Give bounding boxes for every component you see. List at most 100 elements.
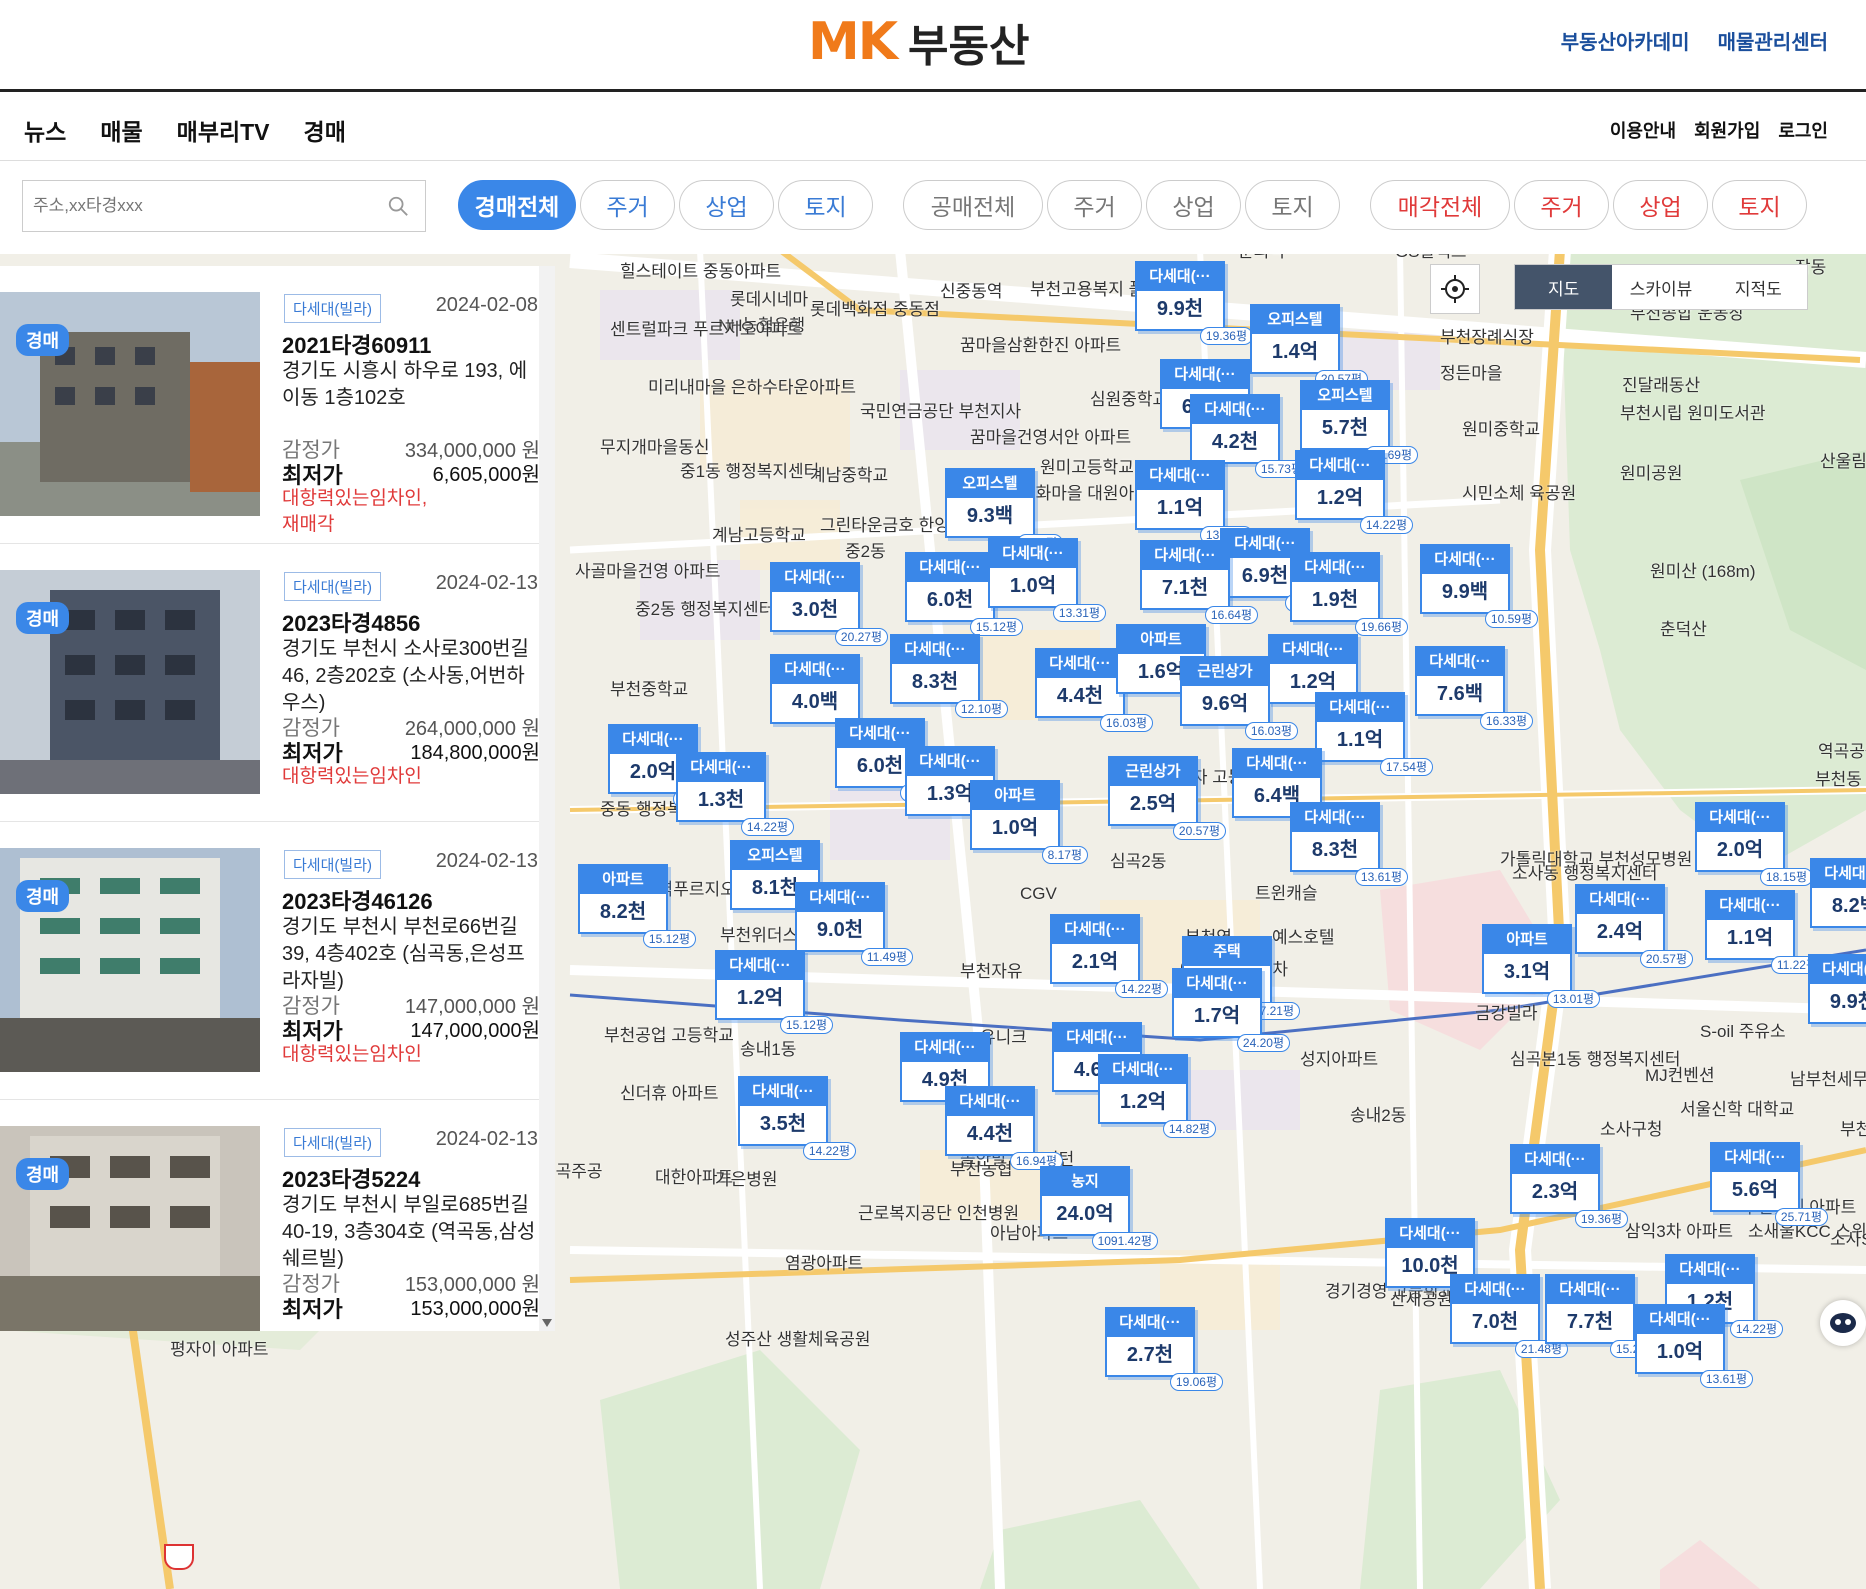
property-marker[interactable]: 다세대(···7.7천15.24평: [1545, 1274, 1663, 1358]
property-marker[interactable]: 다세대(··· 9.0천 11.49평: [795, 882, 913, 966]
property-marker[interactable]: 다세대(··· 4.4천 16.03평: [1035, 648, 1153, 732]
map-place-label[interactable]: 중2동 행정복지센터: [635, 600, 774, 620]
property-marker[interactable]: 다세대(··· 3.5천 14.22평: [738, 1076, 856, 1160]
property-marker[interactable]: 오피스텔 1.4억 20.57평: [1250, 304, 1368, 388]
map-place-label[interactable]: 송내1동: [740, 1040, 796, 1060]
property-marker[interactable]: 아파트 1.0억 8.17평: [970, 780, 1088, 864]
map-place-label[interactable]: 사골마을건영 아파트: [575, 562, 720, 582]
map-place-label[interactable]: 무지개마을동신: [600, 438, 709, 458]
property-marker[interactable]: 다세대(··· 4.2천 15.73평: [1190, 394, 1308, 478]
listing-photo[interactable]: 경매: [0, 1126, 260, 1331]
property-marker[interactable]: 다세대(··· 1.0억 13.31평: [988, 538, 1106, 622]
filter-sale-commercial[interactable]: 상업: [1613, 180, 1708, 230]
map-place-label[interactable]: 산새공원: [1390, 1290, 1453, 1310]
search-input[interactable]: [23, 181, 363, 231]
filter-auction-all[interactable]: 경매전체: [458, 180, 576, 230]
map-place-label[interactable]: 심곡2동: [1110, 852, 1166, 872]
property-marker[interactable]: 다세대(···1.1억13.31평: [1135, 460, 1253, 544]
map-place-label[interactable]: 진달래동산: [1622, 376, 1700, 396]
property-marker[interactable]: 근린상가 2.5억 20.57평: [1108, 756, 1226, 840]
property-marker[interactable]: 다세대(··· 1.2억 15.12평: [715, 950, 833, 1034]
filter-sale-all[interactable]: 매각전체: [1370, 180, 1510, 230]
filter-public-land[interactable]: 토지: [1245, 180, 1340, 230]
map-place-label[interactable]: 신더휴 아파트: [620, 1084, 719, 1104]
map-place-label[interactable]: 삼익3차 아파트: [1625, 1222, 1733, 1242]
listing-photo[interactable]: 경매: [0, 292, 260, 516]
map-place-label[interactable]: 남부천세무서: [1790, 1070, 1866, 1090]
filter-auction-land[interactable]: 토지: [778, 180, 873, 230]
search-icon[interactable]: [387, 195, 409, 217]
chatbot-button[interactable]: [1820, 1300, 1866, 1346]
map-place-label[interactable]: 중1동 행정복지센터: [680, 462, 819, 482]
nav-auction[interactable]: 경매: [304, 113, 346, 147]
listing-card[interactable]: 경매 다세대(빌라) 2024-02-13 2023타경4856 경기도 부천시…: [0, 544, 540, 822]
property-marker[interactable]: 다세대(··· 2.1억 14.22평: [1050, 914, 1168, 998]
listing-card[interactable]: 경매 다세대(빌라) 2024-02-13 2023타경5224 경기도 부천시…: [0, 1100, 540, 1331]
listing-photo[interactable]: 경매: [0, 848, 260, 1072]
filter-public-all[interactable]: 공매전체: [903, 180, 1043, 230]
nav-listings[interactable]: 매물: [100, 113, 142, 147]
property-marker[interactable]: 다세대(··· 1.3천 14.22평: [676, 752, 794, 836]
map-place-label[interactable]: 심곡본1동 행정복지센터: [1510, 1050, 1681, 1070]
mk-logo[interactable]: MK 부동산: [808, 10, 1030, 74]
map-place-label[interactable]: 롯데시네마: [730, 290, 808, 310]
listing-card[interactable]: 경매 다세대(빌라) 2024-02-13 2023타경46126 경기도 부천…: [0, 822, 540, 1100]
property-marker[interactable]: 아파트 3.1억 13.01평: [1482, 924, 1600, 1008]
map-place-label[interactable]: 미리내마을 은하수타운아파트: [648, 378, 856, 398]
listing-case-number[interactable]: 2021타경60911: [282, 328, 431, 360]
property-marker[interactable]: 다세대(···4.0백12.91평: [770, 654, 888, 738]
map-place-label[interactable]: 성지아파트: [1300, 1050, 1378, 1070]
property-marker[interactable]: 농지 24.0억 1091.42평: [1040, 1166, 1158, 1250]
locate-button[interactable]: [1430, 264, 1480, 314]
map-place-label[interactable]: 부천위더스: [720, 926, 798, 946]
filter-auction-residential[interactable]: 주거: [580, 180, 675, 230]
map-place-label[interactable]: 심원중학교: [1090, 390, 1168, 410]
map-place-label[interactable]: 가은병원: [715, 1170, 778, 1190]
map-place-label[interactable]: 예스호텔: [1272, 928, 1335, 948]
property-marker[interactable]: 다세대(··· 2.3억 19.36평: [1510, 1144, 1628, 1228]
filter-auction-commercial[interactable]: 상업: [679, 180, 774, 230]
nav-maeburi-tv[interactable]: 매부리TV: [177, 113, 270, 147]
map-type-cadastral[interactable]: 지적도: [1710, 265, 1807, 309]
property-marker[interactable]: 다세대(··· 7.6백 16.33평: [1415, 646, 1533, 730]
map-place-label[interactable]: 롯데백화점 중동점: [810, 300, 940, 320]
property-marker[interactable]: 다세대(··· 2.4억 20.57평: [1575, 884, 1693, 968]
nav-news[interactable]: 뉴스: [24, 113, 66, 147]
map-place-label[interactable]: 계남중학교: [810, 466, 888, 486]
filter-sale-land[interactable]: 토지: [1712, 180, 1807, 230]
property-marker[interactable]: 다세대(··· 1.1억 17.54평: [1315, 692, 1433, 776]
listing-case-number[interactable]: 2023타경46126: [282, 884, 433, 916]
map-place-label[interactable]: 정든마을: [1440, 364, 1503, 384]
property-marker[interactable]: 다세대(··· 7.1천 16.64평: [1140, 540, 1258, 624]
listing-card[interactable]: 경매 다세대(빌라) 2024-02-08 2021타경60911 경기도 시흥…: [0, 266, 540, 544]
map-place-label[interactable]: 센트럴파크 푸르지오아파트: [610, 320, 802, 340]
map-place-label[interactable]: 송내2동: [1350, 1106, 1406, 1126]
nav-guide[interactable]: 이용안내: [1610, 117, 1676, 143]
property-marker[interactable]: 다세대(··· 5.6억 25.71평: [1710, 1142, 1828, 1226]
filter-public-commercial[interactable]: 상업: [1146, 180, 1241, 230]
map-place-label[interactable]: 원미공원: [1620, 464, 1683, 484]
property-marker[interactable]: 다세대(··· 9.9백 10.59평: [1420, 544, 1538, 628]
property-marker[interactable]: 다세대(··· 1.0억 13.61평: [1635, 1304, 1753, 1388]
property-marker[interactable]: 다세대(··· 8.3천 12.10평: [890, 634, 1008, 718]
map-place-label[interactable]: 신중동역: [940, 282, 1003, 302]
property-marker[interactable]: 다세대(··· 1.2억 14.22평: [1295, 450, 1413, 534]
listing-case-number[interactable]: 2023타경4856: [282, 606, 420, 638]
filter-sale-residential[interactable]: 주거: [1514, 180, 1609, 230]
map-place-label[interactable]: 산울림 청소년센터: [1820, 452, 1866, 472]
map-place-label[interactable]: S-oil 주유소: [1700, 1022, 1786, 1042]
map-place-label[interactable]: 염광아파트: [785, 1254, 863, 1274]
property-marker[interactable]: 다세대(··· 2.0억 18.15평: [1695, 802, 1813, 886]
map-type-map[interactable]: 지도: [1515, 265, 1613, 309]
property-marker[interactable]: 다세대(··· 6.0천 15.12평: [905, 552, 1023, 636]
map-place-label[interactable]: 꿈마을삼환한진 아파트: [960, 336, 1121, 356]
property-marker[interactable]: 아파트 8.2천 15.12평: [578, 864, 696, 948]
property-marker[interactable]: 다세대(··· 1.7억 24.20평: [1172, 968, 1290, 1052]
nav-signup[interactable]: 회원가입: [1694, 117, 1760, 143]
map-place-label[interactable]: 시민소체 육공원: [1462, 484, 1576, 504]
map-place-label[interactable]: 원미중학교: [1462, 420, 1540, 440]
map-place-label[interactable]: 원미산 (168m): [1650, 562, 1756, 582]
nav-login[interactable]: 로그인: [1778, 117, 1828, 143]
list-scrollbar[interactable]: [539, 266, 555, 1331]
map-place-label[interactable]: 부천자유: [960, 962, 1023, 982]
